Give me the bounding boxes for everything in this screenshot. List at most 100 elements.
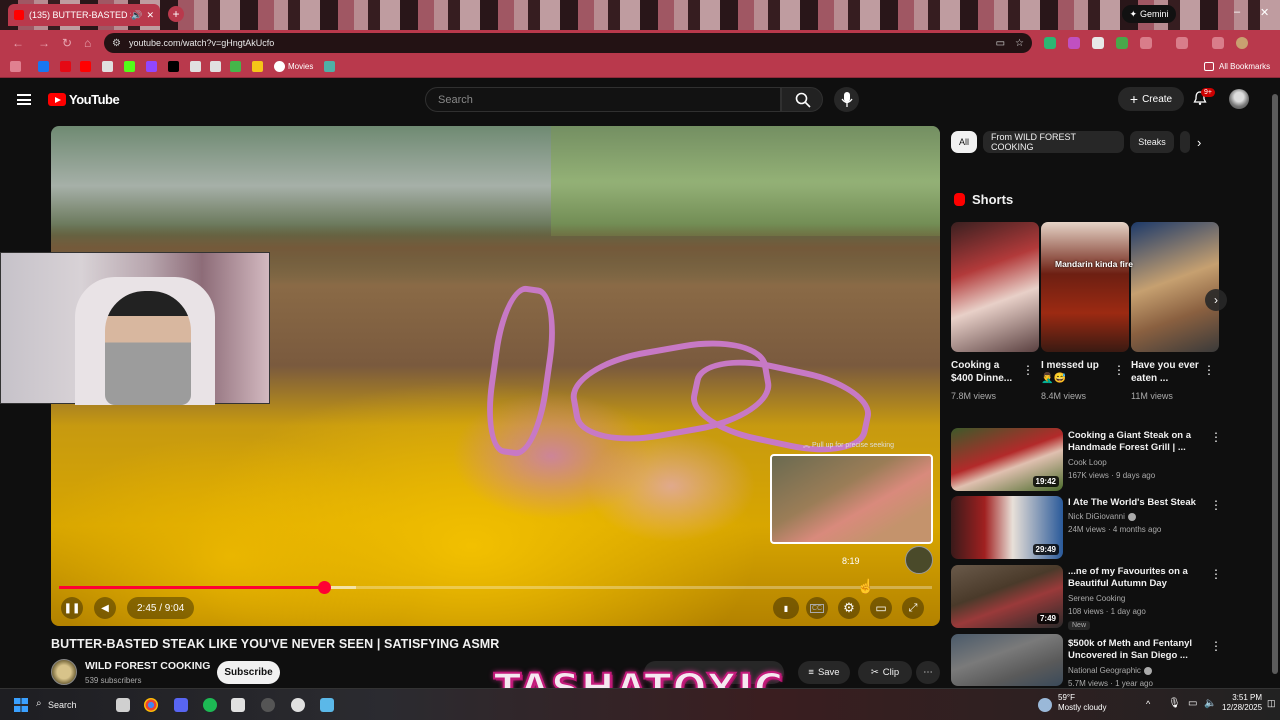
channel-avatar[interactable] (51, 659, 77, 685)
windows-start-icon[interactable] (14, 698, 28, 712)
netflix-bookmark-icon[interactable] (60, 61, 71, 72)
bookmark-icon[interactable] (190, 61, 201, 72)
page-scrollbar-thumb[interactable] (1272, 94, 1278, 674)
taskbar-search-label[interactable]: Search (48, 700, 77, 710)
menu-hamburger-icon[interactable] (17, 94, 31, 105)
recommendation-thumbnail[interactable]: 7:49 (951, 565, 1063, 628)
movies-bookmark-icon[interactable] (274, 61, 285, 72)
short-thumbnail[interactable] (951, 222, 1039, 352)
facebook-bookmark-icon[interactable] (38, 61, 49, 72)
bookmark-icon[interactable] (210, 61, 221, 72)
bookmark-icon[interactable] (230, 61, 241, 72)
spotify-icon[interactable] (203, 698, 217, 712)
mute-button[interactable]: ◀ (94, 597, 116, 619)
weather-widget[interactable]: 59°F Mostly cloudy (1058, 693, 1106, 713)
recommendation-more-icon[interactable]: ⋮ (1210, 430, 1222, 444)
recommendation-more-icon[interactable]: ⋮ (1210, 498, 1222, 512)
movies-bookmark-label[interactable]: Movies (288, 62, 313, 71)
search-button[interactable] (781, 87, 823, 112)
profile-avatar-icon[interactable] (1236, 37, 1248, 49)
bookmark-icon[interactable] (102, 61, 113, 72)
channel-watermark[interactable] (905, 546, 933, 574)
chip-steaks[interactable]: Steaks (1130, 131, 1174, 153)
url-field[interactable]: ⚙ youtube.com/watch?v=gHngtAkUcfo ▭ ☆ (104, 33, 1032, 53)
site-info-icon[interactable]: ⚙ (112, 38, 121, 49)
extension-icon[interactable] (1140, 37, 1152, 49)
autoplay-toggle[interactable]: ▮ (773, 597, 799, 619)
short-more-icon[interactable]: ⋮ (1113, 363, 1125, 377)
extension-icon[interactable] (1068, 37, 1080, 49)
short-thumbnail[interactable] (1041, 222, 1129, 352)
pause-button[interactable]: ❚❚ (61, 597, 83, 619)
microphone-tray-icon[interactable]: 🎙 (1168, 698, 1181, 709)
browser-tab-active[interactable]: (135) BUTTER-BASTED STE 🔊 ✕ (8, 4, 160, 26)
recommendation-title[interactable]: I Ate The World's Best Steak (1068, 497, 1208, 509)
bookmark-star-icon[interactable]: ☆ (1015, 38, 1024, 49)
recommendation-thumbnail[interactable] (951, 634, 1063, 686)
recommendation-more-icon[interactable]: ⋮ (1210, 639, 1222, 653)
channel-name[interactable]: WILD FOREST COOKING (85, 660, 210, 672)
extension-grammarly-icon[interactable] (1044, 37, 1056, 49)
youtube-logo[interactable]: YouTube (48, 92, 120, 107)
recommendation-thumbnail[interactable]: 29:49 (951, 496, 1063, 559)
chrome-icon[interactable] (144, 698, 158, 712)
network-icon[interactable]: ▭ (1188, 698, 1197, 709)
extension-icon[interactable] (1092, 37, 1104, 49)
cast-icon[interactable]: ▭ (996, 38, 1005, 49)
clip-button[interactable]: ✂ Clip (858, 661, 912, 684)
recommendation-channel[interactable]: Serene Cooking (1068, 594, 1125, 603)
recommendation-channel[interactable]: Cook Loop (1068, 458, 1107, 467)
twitch-bookmark-icon[interactable] (146, 61, 157, 72)
short-more-icon[interactable]: ⋮ (1203, 363, 1215, 377)
home-icon[interactable]: ⌂ (84, 36, 91, 50)
theater-mode-button[interactable]: ▭ (870, 597, 892, 619)
short-thumbnail[interactable] (1131, 222, 1219, 352)
short-title[interactable]: Have you ever eaten ... (1131, 359, 1201, 385)
more-actions-button[interactable]: ⋯ (916, 661, 940, 684)
discord-icon[interactable] (174, 698, 188, 712)
tab-close-icon[interactable]: ✕ (146, 10, 154, 21)
extensions-puzzle-icon[interactable] (1212, 37, 1224, 49)
search-input[interactable]: Search (425, 87, 781, 112)
settings-button[interactable]: ⚙ (838, 597, 860, 619)
taskbar-search-icon[interactable]: ⌕ (36, 698, 42, 709)
chip-partial[interactable] (1180, 131, 1190, 153)
short-title[interactable]: Cooking a $400 Dinne... (951, 359, 1021, 385)
recommendation-title[interactable]: $500k of Meth and Fentanyl Uncovered in … (1068, 638, 1208, 662)
weather-cloud-icon[interactable] (1038, 698, 1052, 712)
account-avatar[interactable] (1229, 89, 1249, 109)
progress-scrubber-handle[interactable] (317, 581, 331, 594)
notifications-tray-icon[interactable]: ◫ (1267, 698, 1276, 709)
x-bookmark-icon[interactable] (168, 61, 179, 72)
new-tab-button[interactable]: + (168, 6, 184, 22)
recommendation-channel[interactable]: Nick DiGiovanni (1068, 512, 1136, 521)
recommendation-more-icon[interactable]: ⋮ (1210, 567, 1222, 581)
short-title[interactable]: I messed up 🤦‍♂️😅 (1041, 359, 1111, 385)
chips-next-chevron-icon[interactable]: › (1197, 135, 1201, 150)
gemini-button[interactable]: ✦ Gemini (1122, 5, 1176, 23)
extension-icon[interactable] (1116, 37, 1128, 49)
reload-icon[interactable]: ↻ (62, 36, 72, 50)
bookmark-icon[interactable] (324, 61, 335, 72)
progress-bar[interactable] (59, 581, 932, 594)
minimize-icon[interactable]: – (1234, 6, 1240, 18)
chip-all[interactable]: All (951, 131, 977, 153)
recommendation-channel[interactable]: National Geographic (1068, 666, 1152, 675)
kick-bookmark-icon[interactable] (124, 61, 135, 72)
youtube-bookmark-icon[interactable] (80, 61, 91, 72)
fullscreen-button[interactable]: ⤢ (902, 597, 924, 619)
obs-icon[interactable] (291, 698, 305, 712)
all-bookmarks-label[interactable]: All Bookmarks (1219, 62, 1270, 71)
voice-search-button[interactable] (834, 87, 859, 112)
app-icon[interactable] (231, 698, 245, 712)
close-window-icon[interactable]: ✕ (1260, 6, 1269, 19)
tray-chevron-icon[interactable]: ^ (1146, 699, 1150, 709)
volume-tray-icon[interactable]: 🔈 (1204, 698, 1216, 709)
recommendation-title[interactable]: Cooking a Giant Steak on a Handmade Fore… (1068, 430, 1208, 454)
recommendation-title[interactable]: ...ne of my Favourites on a Beautiful Au… (1068, 566, 1208, 590)
create-button[interactable]: + Create (1118, 87, 1184, 111)
shorts-next-button[interactable]: › (1205, 289, 1227, 311)
app-icon[interactable] (320, 698, 334, 712)
extension-icon[interactable] (1176, 37, 1188, 49)
short-more-icon[interactable]: ⋮ (1022, 363, 1034, 377)
